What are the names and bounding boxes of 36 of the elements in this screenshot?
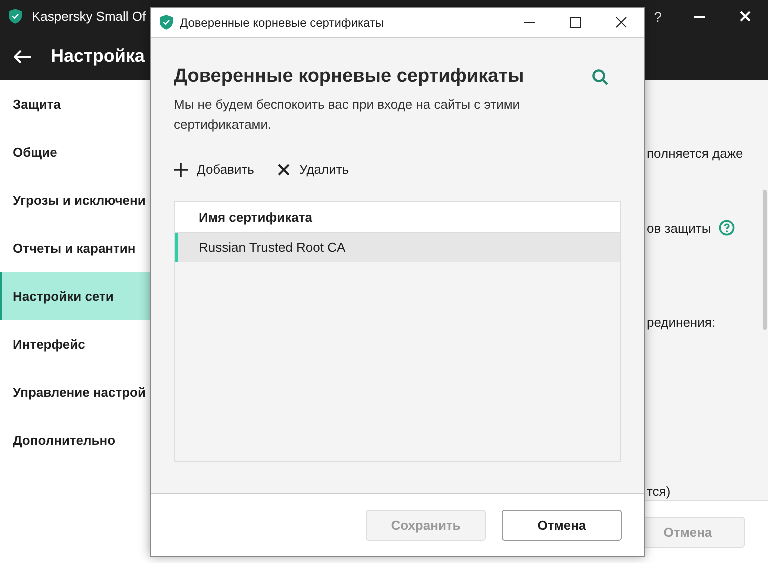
shield-icon xyxy=(160,15,173,30)
dialog-heading: Доверенные корневые сертификаты xyxy=(174,66,524,88)
help-button[interactable]: ? xyxy=(654,8,662,24)
plus-icon xyxy=(174,162,188,176)
add-button[interactable]: Добавить xyxy=(174,162,254,177)
sidebar-item[interactable]: Общие xyxy=(0,128,150,176)
help-icon[interactable] xyxy=(719,220,736,236)
sidebar-item[interactable]: Управление настрой xyxy=(0,368,150,416)
search-button[interactable] xyxy=(592,68,609,86)
setting-text: тся) xyxy=(647,484,671,498)
sidebar-item[interactable]: Интерфейс xyxy=(0,320,150,368)
page-title: Настройка xyxy=(51,46,145,67)
sidebar-item[interactable]: Дополнительно xyxy=(0,416,150,464)
close-icon xyxy=(740,11,750,22)
column-header: Имя сертификата xyxy=(175,202,620,233)
cross-icon xyxy=(278,164,290,176)
maximize-icon xyxy=(570,17,580,28)
sidebar-item[interactable]: Отчеты и карантин xyxy=(0,224,150,272)
delete-button[interactable]: Удалить xyxy=(278,162,350,177)
sidebar-item[interactable]: Настройки сети xyxy=(0,272,150,320)
minimize-icon xyxy=(524,22,534,23)
setting-text: ов защиты xyxy=(647,220,712,236)
table-row[interactable]: Russian Trusted Root CA xyxy=(175,233,620,262)
back-arrow-icon[interactable] xyxy=(14,50,31,64)
sidebar-item[interactable]: Угрозы и исключени xyxy=(0,176,150,224)
shield-icon xyxy=(9,9,22,24)
sidebar-item[interactable]: Защита xyxy=(0,80,150,128)
close-icon xyxy=(616,17,626,28)
dialog-title: Доверенные корневые сертификаты xyxy=(180,16,384,30)
scrollbar[interactable] xyxy=(763,190,767,330)
description-text: Мы не будем беспокоить вас при входе на сайты с этими сертификатами. xyxy=(174,96,522,134)
window-title: Kaspersky Small Of xyxy=(32,9,146,24)
cancel-button[interactable]: Отмена xyxy=(502,510,622,540)
minimize-icon xyxy=(694,16,704,18)
setting-text: полняется даже xyxy=(647,146,744,160)
setting-text: рединения: xyxy=(647,314,716,330)
